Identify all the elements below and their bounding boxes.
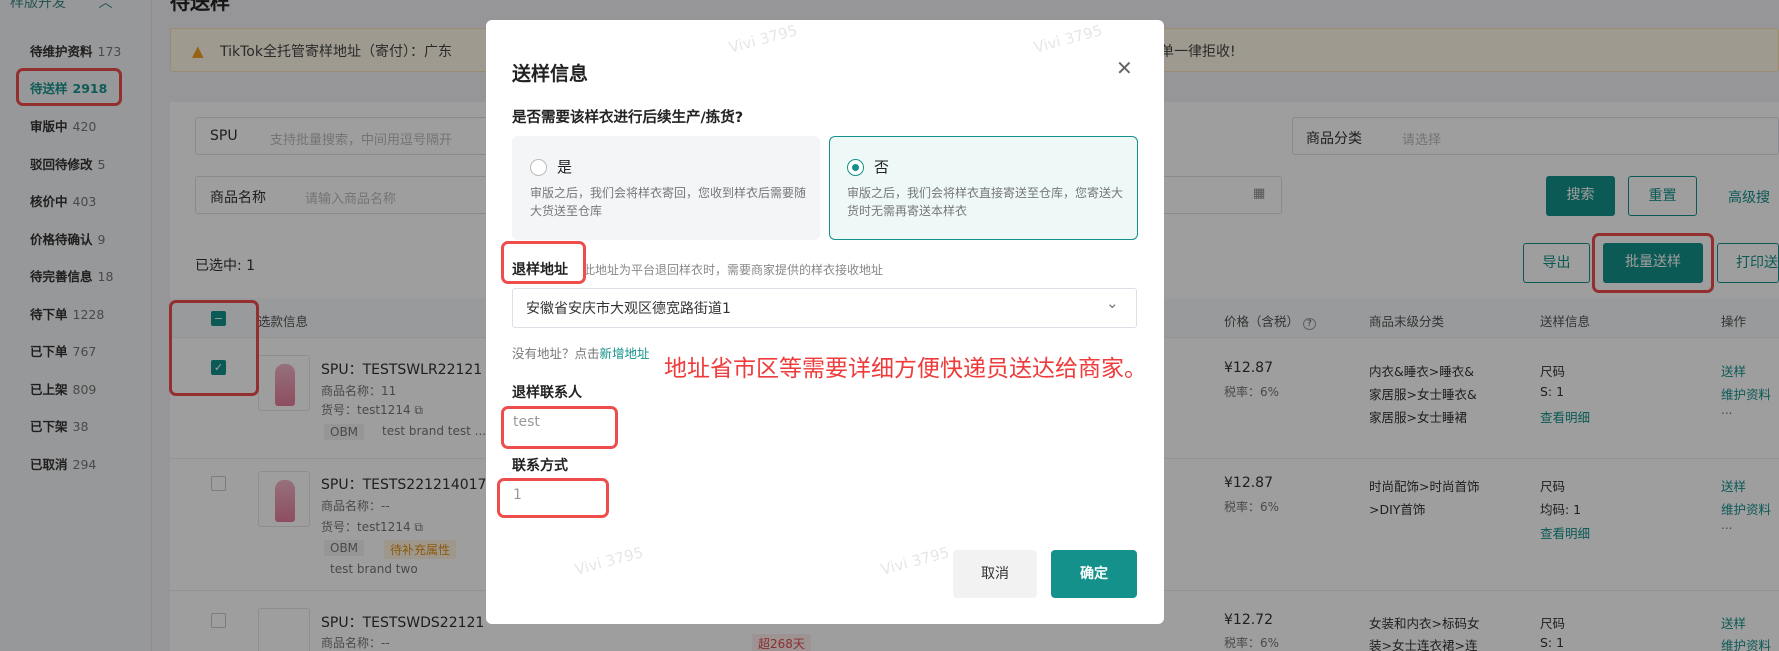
highlight-box bbox=[501, 241, 586, 284]
new-address-link[interactable]: 新增地址 bbox=[600, 346, 650, 361]
option-yes-desc: 审版之后，我们会将样衣寄回，您收到样衣后需要随大货送至仓库 bbox=[530, 186, 807, 218]
dialog-title: 送样信息 bbox=[512, 63, 589, 85]
option-yes-title: 是 bbox=[557, 158, 573, 176]
option-no-title: 否 bbox=[874, 158, 890, 176]
phone-label: 联系方式 bbox=[512, 458, 568, 474]
confirm-button[interactable]: 确定 bbox=[1051, 550, 1137, 598]
highlight-box bbox=[497, 478, 609, 518]
highlight-box bbox=[501, 406, 618, 449]
annotation-text: 地址省市区等需要详细方便快递员送达给商家。 bbox=[664, 356, 1147, 382]
option-no-desc: 审版之后，我们会将样衣直接寄送至仓库，您寄送大货时无需再寄送本样衣 bbox=[847, 186, 1124, 218]
production-question: 是否需要该样衣进行后续生产/拣货? bbox=[512, 110, 744, 126]
contact-label: 退样联系人 bbox=[512, 385, 582, 401]
return-address-hint: 此地址为平台退回样衣时，需要商家提供的样衣接收地址 bbox=[583, 263, 884, 277]
no-address-hint: 没有地址？点击新增地址 bbox=[512, 346, 650, 361]
radio-no-selected[interactable] bbox=[847, 159, 864, 176]
close-icon[interactable]: ✕ bbox=[1116, 56, 1133, 80]
return-address-value: 安徽省安庆市大观区德宽路街道1 bbox=[526, 301, 731, 317]
chevron-down-icon: ⌄ bbox=[1106, 294, 1119, 312]
radio-yes[interactable] bbox=[530, 159, 547, 176]
cancel-button[interactable]: 取消 bbox=[953, 550, 1037, 598]
